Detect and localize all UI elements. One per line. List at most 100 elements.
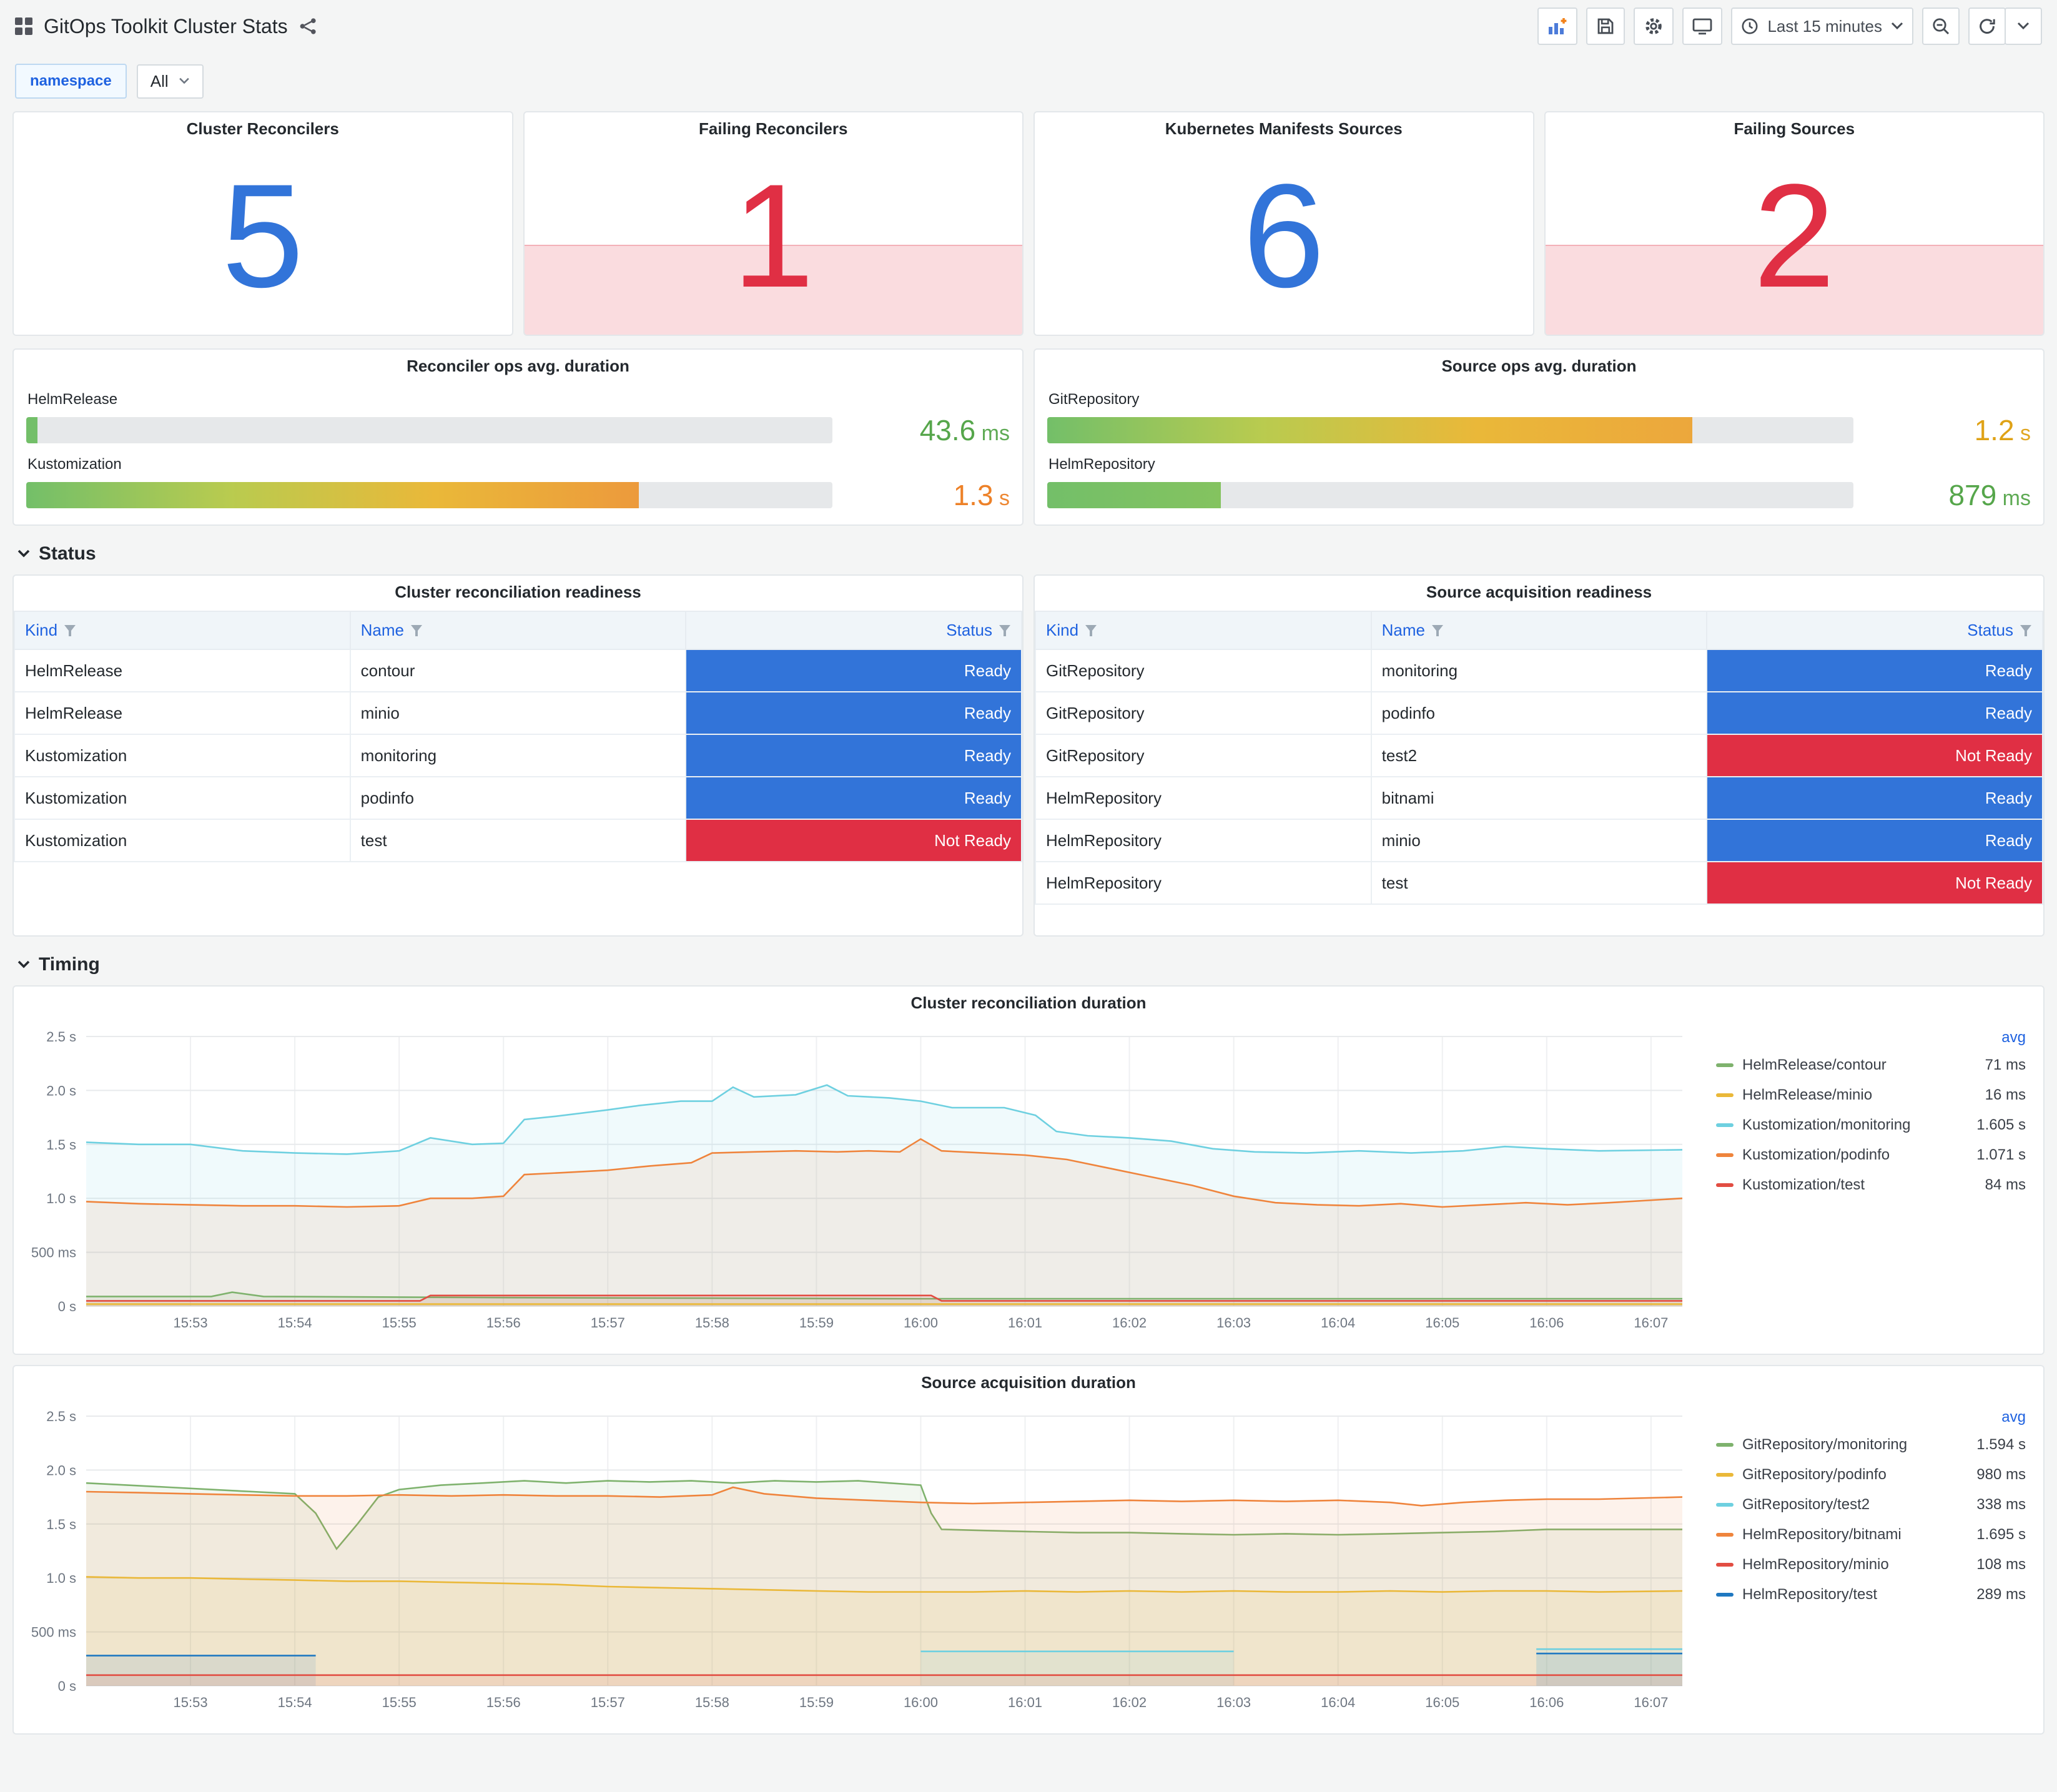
legend-avg-header[interactable]: avg (1716, 1029, 2026, 1046)
legend-item[interactable]: HelmRepository/bitnami 1.695 s (1716, 1520, 2026, 1550)
series-name[interactable]: HelmRepository/minio (1742, 1556, 1961, 1573)
series-name[interactable]: HelmRelease/contour (1742, 1056, 1961, 1074)
series-avg-value: 108 ms (1976, 1556, 2026, 1573)
chart-legend: avg GitRepository/monitoring 1.594 s GitRep… (1716, 1409, 2026, 1610)
svg-text:15:55: 15:55 (382, 1315, 417, 1331)
legend-avg-header[interactable]: avg (1716, 1409, 2026, 1426)
add-panel-button[interactable] (1537, 7, 1578, 45)
filter-icon[interactable] (2020, 624, 2032, 637)
time-range-picker[interactable]: Last 15 minutes (1731, 7, 1913, 45)
section-toggle-status[interactable]: Status (0, 538, 2057, 574)
status-cell: Ready (685, 691, 1022, 735)
variable-value-dropdown[interactable]: All (136, 64, 204, 99)
dashboard-settings-button[interactable] (1634, 7, 1674, 45)
series-name[interactable]: GitRepository/test2 (1742, 1496, 1961, 1514)
table-panel-title[interactable]: Cluster reconciliation readiness (14, 576, 1022, 608)
series-name[interactable]: GitRepository/podinfo (1742, 1466, 1961, 1484)
legend-item[interactable]: GitRepository/podinfo 980 ms (1716, 1460, 2026, 1490)
svg-text:15:54: 15:54 (278, 1315, 312, 1331)
column-header-kind[interactable]: Kind (14, 611, 351, 650)
table-cell: Kustomization (14, 776, 351, 820)
status-cell: Ready (1706, 649, 2043, 692)
chart-plot-area[interactable]: 15:53 15:54 15:55 15:56 15:57 15:58 15:59 16:00… (21, 1022, 1695, 1336)
column-header-name[interactable]: Name (1370, 611, 1708, 650)
table-row: Kustomization test Not Ready (14, 819, 1022, 862)
filter-icon[interactable] (410, 624, 423, 637)
series-color-dash (1716, 1153, 1734, 1157)
series-avg-value: 84 ms (1985, 1176, 2026, 1193)
legend-item[interactable]: Kustomization/test 84 ms (1716, 1170, 2026, 1200)
column-header-status[interactable]: Status (685, 611, 1022, 650)
dashboard-header: GitOps Toolkit Cluster Stats Last 15 min… (0, 0, 2057, 52)
gauge-row: HelmRelease 43.6 ms (26, 391, 1010, 447)
filter-icon[interactable] (64, 624, 76, 637)
save-dashboard-icon (1598, 18, 1614, 34)
bargauge-panel-title[interactable]: Source ops avg. duration (1047, 350, 2031, 382)
chart-title[interactable]: Cluster reconciliation duration (14, 987, 2043, 1019)
tv-mode-button[interactable] (1682, 7, 1723, 45)
stat-panel-title[interactable]: Failing Sources (1546, 112, 2044, 145)
legend-item[interactable]: HelmRepository/test 289 ms (1716, 1580, 2026, 1610)
gauge-label: GitRepository (1048, 391, 1140, 408)
column-header-kind[interactable]: Kind (1035, 611, 1372, 650)
series-avg-value: 338 ms (1976, 1496, 2026, 1513)
stat-value: 5 (222, 154, 304, 318)
filter-icon[interactable] (1431, 624, 1444, 637)
stat-panel-title[interactable]: Cluster Reconcilers (14, 112, 512, 145)
svg-text:16:01: 16:01 (1008, 1315, 1042, 1331)
series-name[interactable]: Kustomization/monitoring (1742, 1116, 1961, 1134)
legend-item[interactable]: GitRepository/test2 338 ms (1716, 1490, 2026, 1520)
series-name[interactable]: HelmRelease/minio (1742, 1086, 1961, 1104)
svg-text:16:01: 16:01 (1008, 1695, 1042, 1710)
column-header-name[interactable]: Name (349, 611, 687, 650)
svg-text:15:58: 15:58 (695, 1315, 729, 1331)
filter-icon[interactable] (999, 624, 1011, 637)
table-cell: GitRepository (1035, 734, 1372, 777)
share-icon[interactable] (299, 17, 317, 35)
table-row: GitRepository test2 Not Ready (1035, 734, 2043, 777)
series-avg-value: 289 ms (1976, 1586, 2026, 1603)
svg-text:16:07: 16:07 (1634, 1695, 1668, 1710)
svg-text:1.0 s: 1.0 s (46, 1570, 76, 1586)
tables-row: Cluster reconciliation readiness Kind Name… (0, 574, 2057, 937)
save-dashboard-button[interactable] (1586, 7, 1625, 45)
stat-panel-title[interactable]: Kubernetes Manifests Sources (1035, 112, 1533, 145)
refresh-button[interactable] (1968, 7, 2006, 45)
svg-text:16:00: 16:00 (904, 1315, 938, 1331)
series-name[interactable]: Kustomization/test (1742, 1176, 1961, 1194)
table-cell: contour (349, 649, 687, 692)
legend-item[interactable]: HelmRelease/contour 71 ms (1716, 1050, 2026, 1080)
legend-item[interactable]: HelmRepository/minio 108 ms (1716, 1550, 2026, 1580)
table-panel-title[interactable]: Source acquisition readiness (1035, 576, 2043, 608)
legend-item[interactable]: GitRepository/monitoring 1.594 s (1716, 1430, 2026, 1460)
section-toggle-timing[interactable]: Timing (0, 949, 2057, 985)
gauge-track (1047, 482, 1853, 508)
refresh-interval-caret-icon (2017, 22, 2030, 30)
series-name[interactable]: GitRepository/monitoring (1742, 1436, 1961, 1454)
series-color-dash (1716, 1443, 1734, 1447)
legend-item[interactable]: Kustomization/monitoring 1.605 s (1716, 1110, 2026, 1140)
bargauge-panel-title[interactable]: Reconciler ops avg. duration (26, 350, 1010, 382)
zoom-out-button[interactable] (1922, 7, 1960, 45)
dashboard-grid-icon[interactable] (15, 17, 32, 35)
chart-plot-area[interactable]: 15:53 15:54 15:55 15:56 15:57 15:58 15:59 16:00… (21, 1401, 1695, 1716)
series-name[interactable]: HelmRepository/test (1742, 1586, 1961, 1603)
column-header-status[interactable]: Status (1706, 611, 2043, 650)
chart-title[interactable]: Source acquisition duration (14, 1366, 2043, 1399)
filter-icon[interactable] (1085, 624, 1097, 637)
table-cell: test (349, 819, 687, 862)
chevron-down-icon (179, 77, 189, 84)
legend-item[interactable]: HelmRelease/minio 16 ms (1716, 1080, 2026, 1110)
legend-item[interactable]: Kustomization/podinfo 1.071 s (1716, 1140, 2026, 1170)
series-avg-value: 1.605 s (1976, 1116, 2026, 1133)
refresh-interval-button[interactable] (2005, 7, 2042, 45)
gauge-track (1047, 417, 1853, 443)
series-name[interactable]: HelmRepository/bitnami (1742, 1526, 1961, 1543)
table-cell: GitRepository (1035, 691, 1372, 735)
stat-panel-title[interactable]: Failing Reconcilers (525, 112, 1023, 145)
svg-text:15:57: 15:57 (591, 1695, 625, 1710)
svg-text:15:56: 15:56 (486, 1315, 521, 1331)
series-name[interactable]: Kustomization/podinfo (1742, 1146, 1961, 1164)
table-cell: HelmRepository (1035, 776, 1372, 820)
status-cell: Ready (685, 776, 1022, 820)
